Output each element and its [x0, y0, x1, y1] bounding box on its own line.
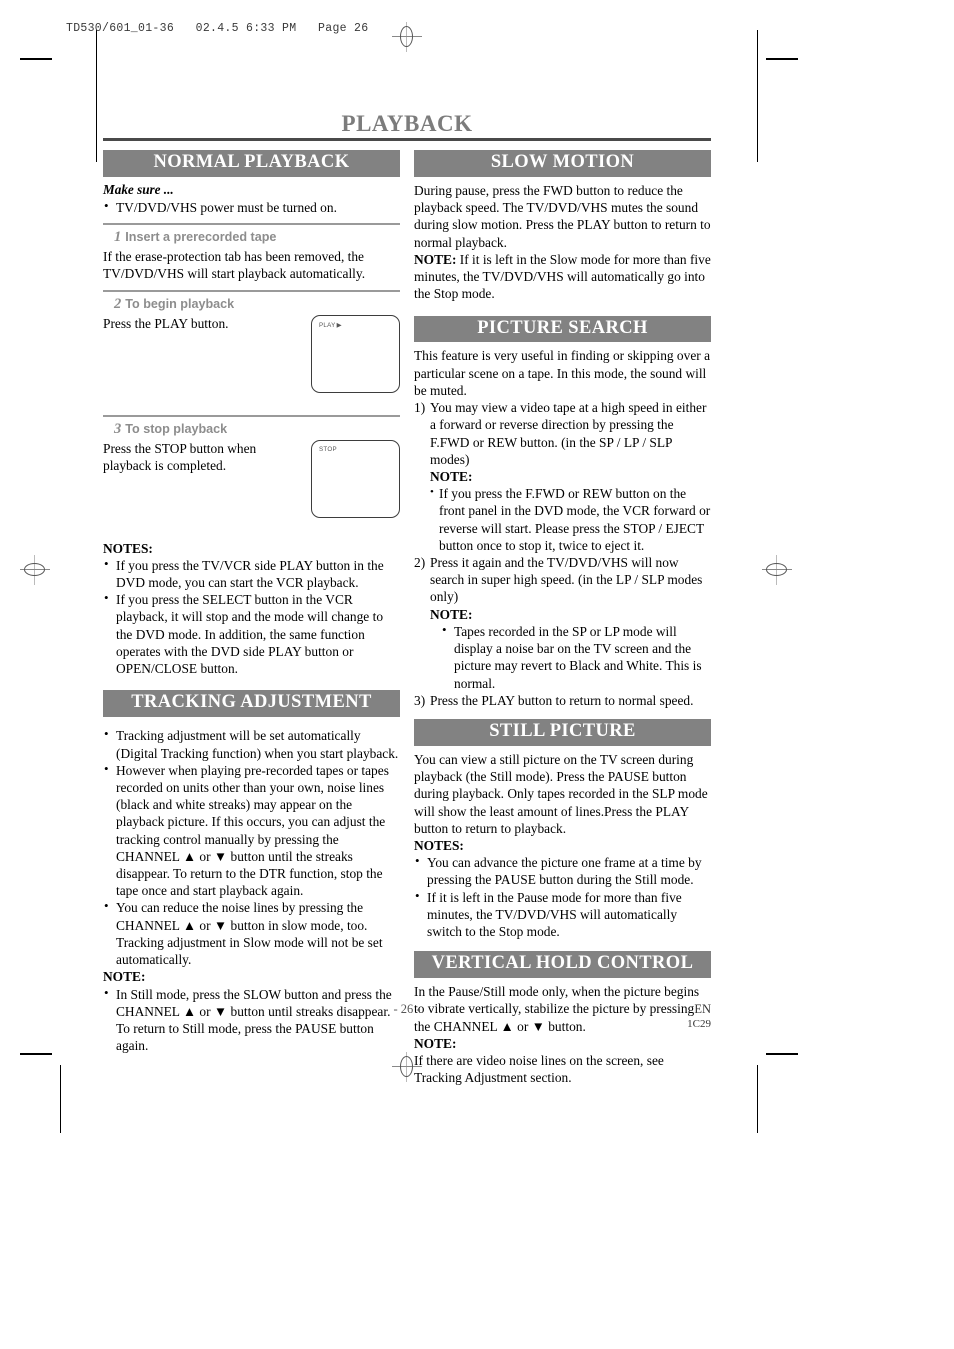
registration-mark-right: [762, 555, 792, 585]
right-column: SLOW MOTION During pause, press the FWD …: [414, 150, 711, 1086]
crop-mark-bottom-left-vertical: [60, 1065, 61, 1133]
vertical-hold-note-text: If there are video noise lines on the sc…: [414, 1053, 664, 1086]
note-label: NOTE:: [430, 469, 473, 484]
normal-playback-notes-label: NOTES:: [103, 540, 153, 556]
step-3-text: Press the STOP button when playback is c…: [103, 440, 257, 473]
two-column-layout: NORMAL PLAYBACK Make sure ... TV/DVD/VHS…: [103, 150, 711, 1086]
list-item: TV/DVD/VHS power must be turned on.: [103, 198, 400, 216]
section-header-normal-playback: NORMAL PLAYBACK: [103, 150, 400, 177]
osd-play-text: PLAY: [319, 321, 336, 329]
step-text: Press the PLAY button to return to norma…: [430, 692, 694, 708]
step-2-title: To begin playback: [125, 296, 235, 311]
tv-screen-illustration-play: PLAY▶: [311, 314, 400, 393]
step-3-title: To stop playback: [125, 421, 228, 436]
list-item: However when playing pre-recorded tapes …: [103, 761, 400, 900]
section-header-tracking-adjustment: TRACKING ADJUSTMENT: [103, 690, 400, 718]
slow-motion-note-label: NOTE:: [414, 251, 457, 267]
list-item: You can reduce the noise lines by pressi…: [103, 898, 400, 968]
section-header-vertical-hold-control: VERTICAL HOLD CONTROL: [414, 951, 711, 979]
language-code: EN: [694, 1002, 711, 1016]
list-item: If you press the TV/VCR side PLAY button…: [103, 556, 400, 591]
osd-play-label: PLAY▶: [319, 321, 342, 329]
list-item: If it is left in the Pause mode for more…: [414, 888, 711, 941]
still-picture-notes-list: You can advance the picture one frame at…: [414, 853, 711, 941]
list-item: 2) Press it again and the TV/DVD/VHS wil…: [414, 554, 711, 692]
list-item: You can advance the picture one frame at…: [414, 853, 711, 888]
still-picture-notes-label: NOTES:: [414, 838, 464, 853]
step-number: 1): [414, 400, 426, 416]
crop-mark-top-left-horizontal: [20, 58, 52, 60]
step-divider: [103, 289, 400, 292]
step-1-text: If the erase-protection tab has been rem…: [103, 249, 366, 282]
step-2-body: Press the PLAY button. PLAY▶: [103, 314, 400, 393]
list-item: If you press the SELECT button in the VC…: [103, 590, 400, 677]
document-code: 1C29: [687, 1018, 711, 1030]
step-3-heading: 3 To stop playback: [103, 421, 400, 438]
slow-motion-body: During pause, press the FWD button to re…: [414, 182, 711, 250]
list-item: 3) Press the PLAY button to return to no…: [414, 692, 711, 709]
file-timestamp-header: TD530/601_01-36 02.4.5 6:33 PM Page 26: [66, 22, 369, 35]
registration-mark-top: [392, 22, 422, 52]
crop-mark-bottom-left-horizontal: [20, 1053, 52, 1055]
crop-mark-bottom-right-vertical: [757, 1065, 758, 1133]
picture-search-steps: 1) You may view a video tape at a high s…: [414, 399, 711, 709]
crop-mark-top-right-vertical: [757, 30, 758, 162]
page-number: - 26 -: [393, 1002, 421, 1016]
note-label: NOTE:: [430, 606, 473, 622]
step-1-title: Insert a prerecorded tape: [125, 230, 277, 245]
step-number: 3): [414, 692, 426, 708]
step-1-heading: 1 Insert a prerecorded tape: [103, 229, 400, 246]
page-content: PLAYBACK NORMAL PLAYBACK Make sure ... T…: [103, 112, 711, 1086]
list-item: Tapes recorded in the SP or LP mode will…: [441, 622, 711, 692]
note-list: Tapes recorded in the SP or LP mode will…: [430, 622, 711, 692]
crop-mark-top-right-horizontal: [766, 58, 798, 60]
step-3-body: Press the STOP button when playback is c…: [103, 439, 400, 518]
step-divider: [103, 414, 400, 417]
make-sure-list: TV/DVD/VHS power must be turned on.: [103, 198, 400, 216]
step-2-text: Press the PLAY button.: [103, 315, 229, 331]
normal-playback-notes-list: If you press the TV/VCR side PLAY button…: [103, 556, 400, 678]
picture-search-intro: This feature is very useful in finding o…: [414, 348, 711, 398]
still-picture-body: You can view a still picture on the TV s…: [414, 751, 708, 836]
registration-mark-left: [20, 555, 50, 585]
section-header-still-picture: STILL PICTURE: [414, 718, 711, 746]
list-item: Tracking adjustment will be set automati…: [103, 726, 400, 761]
play-triangle-icon: ▶: [336, 321, 342, 329]
step-3-number: 3: [114, 420, 122, 437]
slow-motion-note: NOTE: If it is left in the Slow mode for…: [414, 251, 711, 303]
list-item: If you press the F.FWD or REW button on …: [430, 485, 711, 554]
step-text: You may view a video tape at a high spee…: [430, 400, 707, 467]
title-rule: [103, 138, 711, 141]
step-2-heading: 2 To begin playback: [103, 296, 400, 313]
section-header-picture-search: PICTURE SEARCH: [414, 315, 711, 343]
make-sure-label: Make sure ...: [103, 181, 174, 197]
step-divider: [103, 223, 400, 226]
tv-screen-illustration-stop: STOP: [311, 439, 400, 518]
step-2-number: 2: [114, 295, 122, 312]
crop-mark-top-left-vertical: [96, 30, 97, 162]
section-header-slow-motion: SLOW MOTION: [414, 150, 711, 177]
osd-stop-label: STOP: [319, 445, 337, 453]
tracking-adjustment-note-label: NOTE:: [103, 969, 146, 985]
page-footer: - 26 - EN 1C29: [103, 1002, 711, 1042]
step-text: Press it again and the TV/DVD/VHS will n…: [430, 555, 703, 605]
crop-mark-bottom-right-horizontal: [766, 1053, 798, 1055]
list-item: 1) You may view a video tape at a high s…: [414, 399, 711, 554]
page-title: PLAYBACK: [341, 111, 473, 136]
tracking-adjustment-list: Tracking adjustment will be set automati…: [103, 726, 400, 968]
step-number: 2): [414, 555, 426, 571]
step-1-number: 1: [114, 229, 122, 246]
note-list: If you press the F.FWD or REW button on …: [430, 485, 711, 554]
left-column: NORMAL PLAYBACK Make sure ... TV/DVD/VHS…: [103, 150, 400, 1054]
slow-motion-note-text: If it is left in the Slow mode for more …: [414, 251, 711, 302]
